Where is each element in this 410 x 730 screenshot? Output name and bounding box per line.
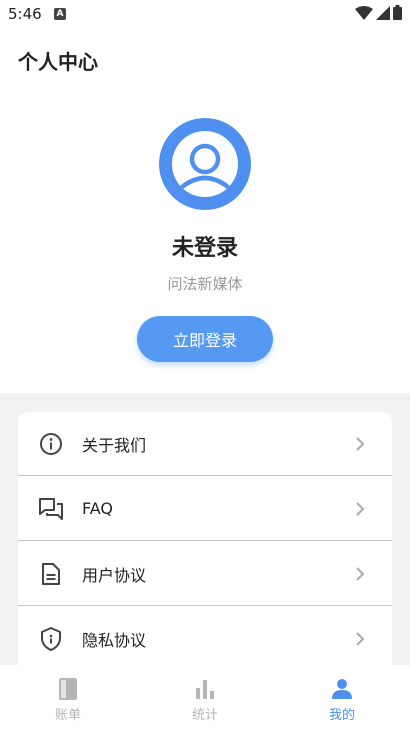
nav-item-mine[interactable]: 我的	[274, 665, 410, 730]
menu-item-label: 关于我们	[82, 435, 147, 455]
menu-item-label: FAQ	[82, 499, 113, 518]
book-icon	[59, 678, 77, 700]
signal-icon	[376, 5, 390, 20]
user-name: 未登录	[171, 236, 238, 261]
chevron-right-icon	[356, 436, 365, 451]
menu-item-label: 隐私协议	[82, 630, 147, 650]
status-icons	[355, 5, 402, 20]
nav-label: 账单	[54, 708, 81, 723]
person-icon	[172, 131, 238, 197]
status-bar: 5:46 A	[0, 0, 410, 30]
info-icon	[38, 431, 64, 457]
nav-label: 统计	[191, 708, 218, 723]
nav-item-bills[interactable]: 账单	[0, 665, 136, 730]
battery-icon	[393, 5, 402, 20]
bottom-nav: 账单 统计 我的	[0, 665, 410, 730]
chevron-right-icon	[356, 501, 365, 516]
nav-label: 我的	[328, 708, 355, 723]
login-button[interactable]: 立即登录	[137, 316, 273, 362]
person-icon	[332, 679, 352, 699]
status-time: 5:46	[8, 5, 42, 23]
menu-card: 关于我们 FAQ 用户协议 隐私协议	[18, 412, 392, 665]
wifi-icon	[355, 5, 373, 20]
chat-icon	[38, 496, 64, 522]
menu-item-privacy[interactable]: 隐私协议	[18, 607, 392, 665]
menu-item-user-agreement[interactable]: 用户协议	[18, 542, 392, 606]
chevron-right-icon	[356, 631, 365, 646]
chevron-right-icon	[356, 566, 365, 581]
avatar[interactable]	[159, 118, 251, 210]
bar-chart-icon	[196, 680, 214, 699]
page-title: 个人中心	[18, 50, 98, 74]
nav-item-stats[interactable]: 统计	[137, 665, 273, 730]
menu-item-faq[interactable]: FAQ	[18, 477, 392, 541]
shield-icon	[38, 626, 64, 652]
user-subtitle: 问法新媒体	[167, 275, 243, 293]
a-icon: A	[54, 8, 66, 20]
menu-item-label: 用户协议	[82, 565, 147, 585]
menu-item-about[interactable]: 关于我们	[18, 412, 392, 476]
document-icon	[38, 561, 64, 587]
